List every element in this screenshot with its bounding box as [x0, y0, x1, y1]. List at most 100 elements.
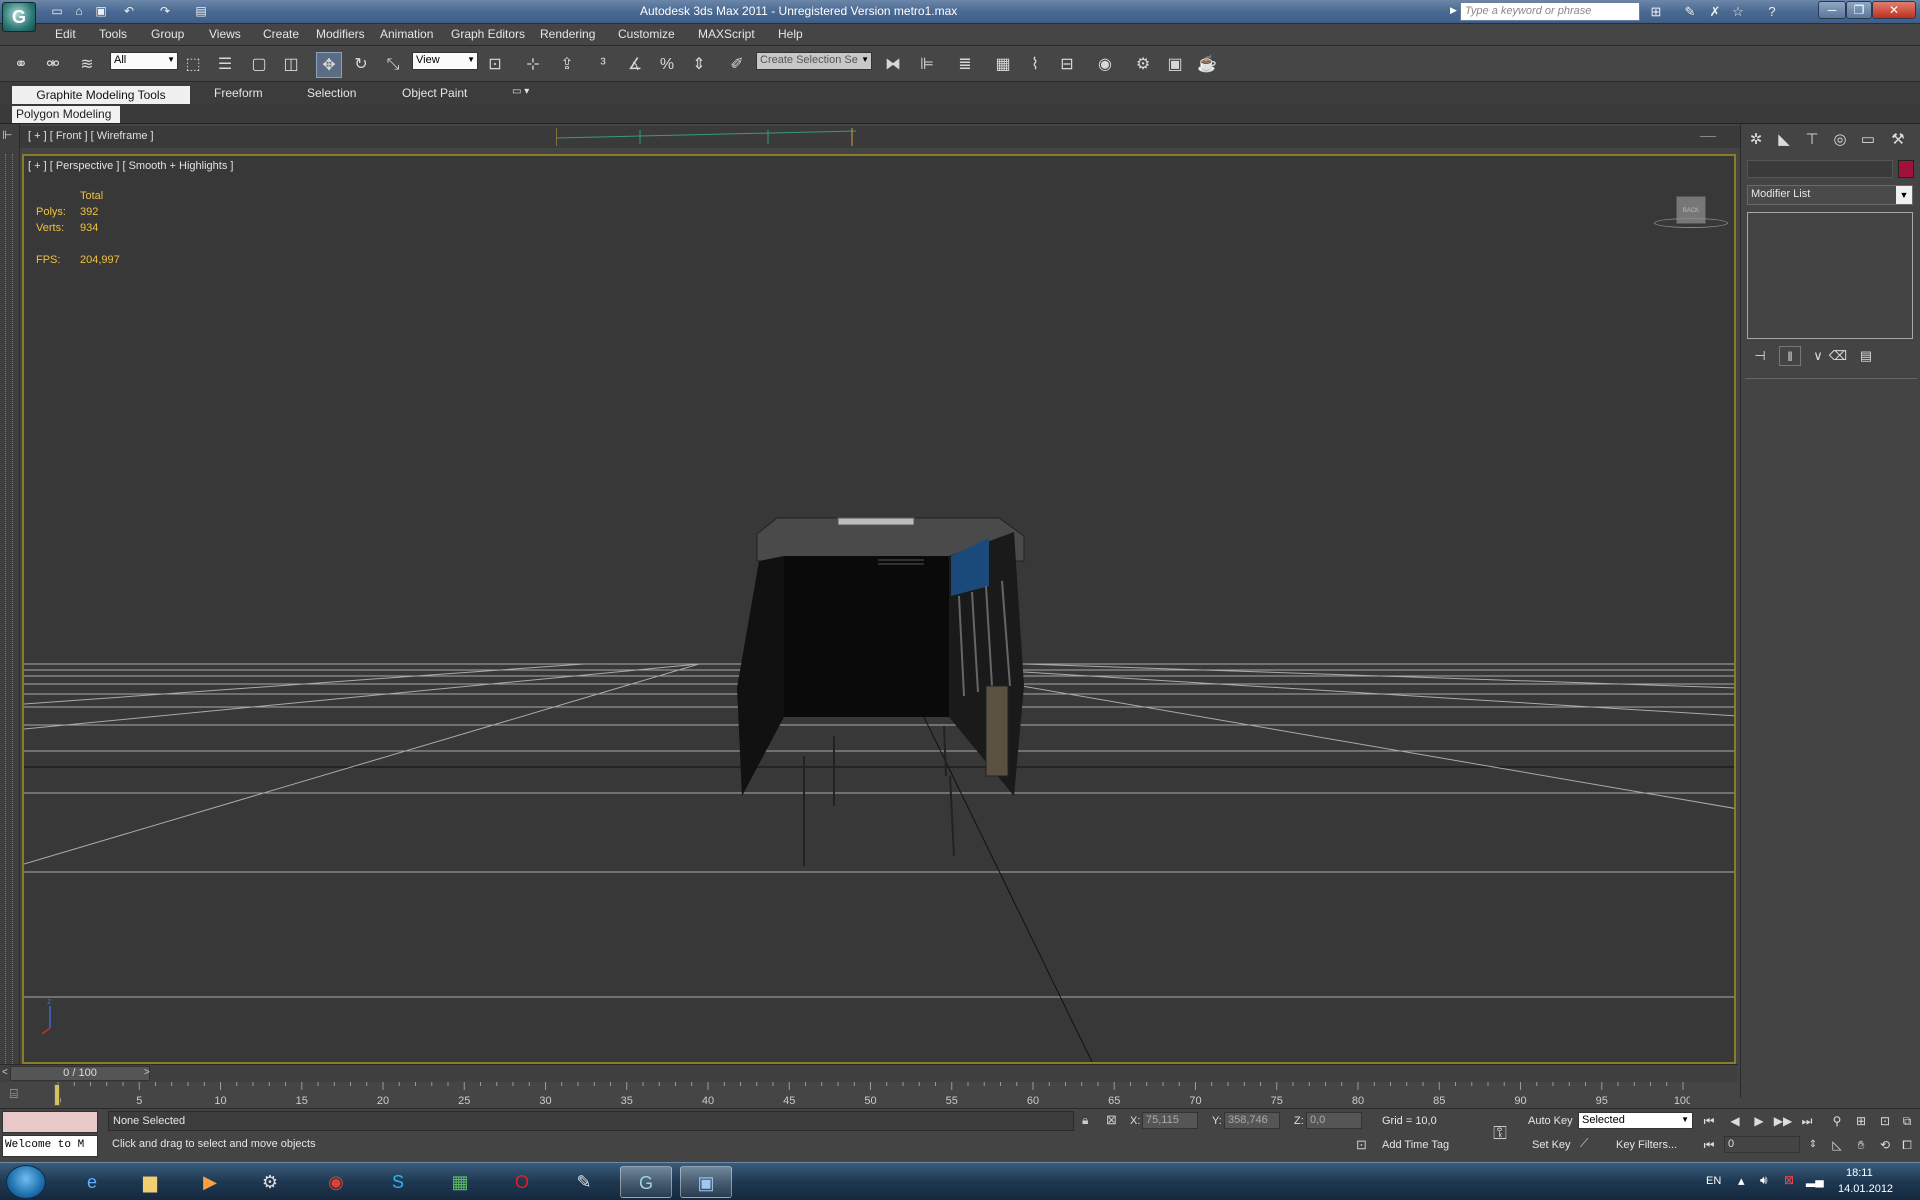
- time-tag-icon[interactable]: ⊡: [1356, 1137, 1367, 1153]
- unlink-icon[interactable]: ⚮: [40, 52, 66, 78]
- zoom-icon[interactable]: ⚲: [1826, 1112, 1848, 1130]
- menu-graph-editors[interactable]: Graph Editors: [451, 27, 525, 41]
- metro-car-model[interactable]: [737, 517, 1025, 866]
- save-file-icon[interactable]: ▣: [92, 3, 110, 20]
- align-icon[interactable]: ⊫: [914, 52, 940, 78]
- ribbon-options-icon[interactable]: ▭ ▾: [512, 86, 529, 97]
- tray-arrow-icon[interactable]: ▴: [1738, 1173, 1745, 1189]
- maxscript-listener-pink[interactable]: [2, 1111, 98, 1133]
- current-frame-marker[interactable]: [54, 1084, 60, 1106]
- menu-edit[interactable]: Edit: [55, 27, 76, 41]
- skype-icon[interactable]: S: [372, 1166, 424, 1198]
- select-by-name-icon[interactable]: ☰: [212, 52, 238, 78]
- tab-graphite-modeling-tools[interactable]: Graphite Modeling Tools: [12, 86, 190, 104]
- set-key-icon[interactable]: ⚿: [1486, 1119, 1514, 1147]
- angle-snap-icon[interactable]: ∡: [622, 52, 648, 78]
- material-editor-icon[interactable]: ◉: [1092, 52, 1118, 78]
- y-coord-field[interactable]: 358,746: [1224, 1112, 1280, 1129]
- communication-center-icon[interactable]: ✗: [1705, 3, 1725, 21]
- key-filters-button[interactable]: Key Filters...: [1616, 1139, 1677, 1151]
- mirror-icon[interactable]: ⧓: [880, 52, 906, 78]
- opera-icon[interactable]: O: [496, 1166, 548, 1198]
- orbit-icon[interactable]: ⟲: [1874, 1136, 1896, 1154]
- language-indicator[interactable]: EN: [1706, 1175, 1721, 1187]
- task-manager-icon[interactable]: ▦: [434, 1166, 486, 1198]
- menu-rendering[interactable]: Rendering: [540, 27, 595, 41]
- keyboard-shortcut-override-icon[interactable]: ⇪: [554, 52, 580, 78]
- clock-time[interactable]: 18:11: [1846, 1167, 1873, 1179]
- media-player-icon[interactable]: ▶: [184, 1166, 236, 1198]
- app-menu-button[interactable]: G: [2, 2, 36, 32]
- edit-named-selection-icon[interactable]: ✐: [724, 52, 750, 78]
- snaps-toggle-icon[interactable]: ³: [590, 52, 616, 78]
- auto-key-button[interactable]: Auto Key: [1528, 1115, 1573, 1127]
- project-folder-icon[interactable]: ▤: [192, 3, 210, 20]
- zoom-extents-all-icon[interactable]: ⧉: [1896, 1112, 1918, 1130]
- subscription-center-icon[interactable]: ✎: [1680, 3, 1700, 21]
- go-to-end-icon[interactable]: ⏭: [1796, 1112, 1818, 1130]
- modifier-list-dropdown[interactable]: Modifier List ▼: [1747, 185, 1913, 205]
- maximize-viewport-icon[interactable]: ⧠: [1896, 1136, 1918, 1154]
- select-and-rotate-icon[interactable]: ↻: [348, 52, 374, 78]
- named-selection-dropdown[interactable]: Create Selection Se ▼: [756, 52, 872, 70]
- new-file-icon[interactable]: ▭: [48, 3, 66, 20]
- favorites-star-icon[interactable]: ☆: [1728, 3, 1748, 21]
- schematic-view-icon[interactable]: ⊟: [1054, 52, 1080, 78]
- menu-customize[interactable]: Customize: [618, 27, 675, 41]
- menu-create[interactable]: Create: [263, 27, 299, 41]
- time-slider-prev-icon[interactable]: <: [2, 1067, 8, 1078]
- graphite-toggle-icon[interactable]: ▦: [990, 52, 1016, 78]
- menu-tools[interactable]: Tools: [99, 27, 127, 41]
- current-frame-field[interactable]: 0: [1724, 1136, 1800, 1153]
- previous-frame-icon[interactable]: ◀: [1724, 1112, 1746, 1130]
- curve-editor-icon[interactable]: ⌇: [1022, 52, 1048, 78]
- viewcube-ring[interactable]: [1654, 218, 1728, 228]
- time-slider-thumb[interactable]: 0 / 100: [10, 1066, 150, 1081]
- 3ds-max-taskbar-icon[interactable]: G: [620, 1166, 672, 1198]
- time-configuration-icon[interactable]: ⇕: [1802, 1136, 1824, 1154]
- show-end-result-icon[interactable]: ‖: [1779, 346, 1801, 366]
- perspective-viewport[interactable]: z [ + ] [ Perspective ] [ Smooth + Highl…: [22, 154, 1736, 1064]
- rendered-frame-window-icon[interactable]: ▣: [1162, 52, 1188, 78]
- reference-coordinate-dropdown[interactable]: View ▼: [412, 52, 478, 70]
- internet-explorer-icon[interactable]: e: [66, 1166, 118, 1198]
- rectangular-region-icon[interactable]: ▢: [246, 52, 272, 78]
- tab-object-paint[interactable]: Object Paint: [402, 86, 467, 100]
- pan-view-icon[interactable]: ✋︎: [1850, 1136, 1872, 1154]
- tab-selection[interactable]: Selection: [307, 86, 356, 100]
- add-time-tag-button[interactable]: Add Time Tag: [1382, 1139, 1449, 1151]
- selection-lock-icon[interactable]: 🔒︎: [1082, 1113, 1088, 1128]
- perspective-viewport-label[interactable]: [ + ] [ Perspective ] [ Smooth + Highlig…: [28, 160, 233, 172]
- chrome-icon[interactable]: ◉: [310, 1166, 362, 1198]
- file-explorer-icon[interactable]: ▆: [124, 1166, 176, 1198]
- layer-manager-icon[interactable]: ≣: [952, 52, 978, 78]
- network-warning-icon[interactable]: ⊠: [1784, 1173, 1794, 1187]
- display-tab-icon[interactable]: ▭: [1857, 130, 1879, 150]
- field-of-view-icon[interactable]: ◺: [1826, 1136, 1848, 1154]
- paint-icon[interactable]: ✎: [558, 1166, 610, 1198]
- modifier-stack[interactable]: [1747, 212, 1913, 339]
- select-object-icon[interactable]: ⬚: [180, 52, 206, 78]
- minimize-button[interactable]: ─: [1818, 1, 1846, 19]
- viewport-minimize-icon[interactable]: [1700, 136, 1716, 137]
- set-key-button[interactable]: Set Key: [1532, 1139, 1571, 1151]
- image-viewer-taskbar-icon[interactable]: ▣: [680, 1166, 732, 1198]
- z-coord-field[interactable]: 0,0: [1306, 1112, 1362, 1129]
- hierarchy-tab-icon[interactable]: ⊤: [1801, 130, 1823, 150]
- start-button[interactable]: [6, 1165, 46, 1199]
- clock-date[interactable]: 14.01.2012: [1838, 1183, 1893, 1195]
- polygon-modeling-panel[interactable]: Polygon Modeling: [12, 106, 120, 123]
- volume-icon[interactable]: 🔊︎: [1760, 1173, 1768, 1188]
- maxscript-listener-white[interactable]: Welcome to M: [2, 1135, 98, 1157]
- help-search-input[interactable]: Type a keyword or phrase: [1460, 2, 1640, 21]
- front-viewport[interactable]: [ + ] [ Front ] [ Wireframe ]: [20, 126, 1740, 148]
- binoculars-icon[interactable]: ⊞: [1646, 3, 1666, 21]
- remove-modifier-icon[interactable]: ⌫: [1827, 346, 1849, 366]
- close-button[interactable]: ✕: [1872, 1, 1916, 19]
- redo-icon[interactable]: ↷: [156, 3, 174, 20]
- select-and-move-icon[interactable]: ✥: [316, 52, 342, 78]
- menu-animation[interactable]: Animation: [380, 27, 433, 41]
- x-coord-field[interactable]: 75,115: [1142, 1112, 1198, 1129]
- object-color-swatch[interactable]: [1898, 160, 1914, 178]
- go-to-start-icon[interactable]: ⏮: [1698, 1112, 1720, 1130]
